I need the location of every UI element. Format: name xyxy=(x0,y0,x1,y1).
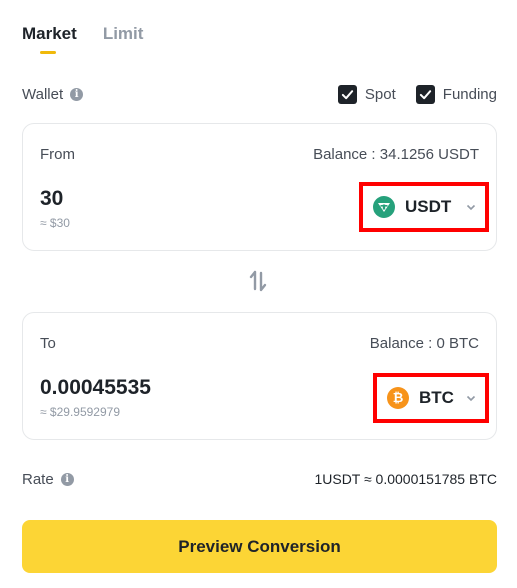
checkbox-checked-icon[interactable] xyxy=(415,84,435,104)
rate-label-group: Rate i xyxy=(22,471,74,488)
tab-market[interactable]: Market xyxy=(22,24,77,54)
to-label: To xyxy=(40,335,56,352)
to-card: To Balance : 0 BTC 0.00045535 ≈ $29.9592… xyxy=(22,312,497,440)
order-type-tabs: Market Limit xyxy=(22,24,143,54)
spot-label: Spot xyxy=(364,85,396,103)
from-amount-usd: ≈ $30 xyxy=(40,216,70,230)
funding-label: Funding xyxy=(442,85,497,103)
from-balance: Balance : 34.1256 USDT xyxy=(313,146,479,163)
wallet-options: Spot Funding xyxy=(337,84,497,104)
wallet-row: Wallet i Spot Funding xyxy=(22,84,497,104)
from-label: From xyxy=(40,146,75,163)
to-amount-usd: ≈ $29.9592979 xyxy=(40,405,120,419)
info-icon[interactable]: i xyxy=(60,472,74,486)
from-card: From Balance : 34.1256 USDT 30 ≈ $30 USD… xyxy=(22,123,497,251)
rate-value: 1USDT ≈ 0.0000151785 BTC xyxy=(314,471,497,487)
funding-checkbox[interactable]: Funding xyxy=(415,84,497,104)
chevron-down-icon xyxy=(466,204,476,211)
preview-conversion-button[interactable]: Preview Conversion xyxy=(22,520,497,573)
to-amount-value[interactable]: 0.00045535 xyxy=(40,376,151,400)
from-coin-name: USDT xyxy=(405,197,452,216)
swap-arrows-icon[interactable] xyxy=(248,270,268,292)
checkbox-checked-icon[interactable] xyxy=(337,84,357,104)
wallet-label-group: Wallet i xyxy=(22,85,84,103)
btc-icon: ₿ xyxy=(387,387,409,409)
to-coin-selector[interactable]: ₿ BTC xyxy=(373,373,489,423)
chevron-down-icon xyxy=(466,395,476,402)
rate-label: Rate xyxy=(22,470,54,488)
usdt-icon xyxy=(373,196,395,218)
rate-row: Rate i 1USDT ≈ 0.0000151785 BTC xyxy=(22,469,497,489)
to-balance: Balance : 0 BTC xyxy=(369,335,479,352)
from-coin-selector[interactable]: USDT xyxy=(359,182,489,232)
info-icon[interactable]: i xyxy=(70,87,84,101)
tab-limit[interactable]: Limit xyxy=(103,24,144,54)
from-amount-input[interactable]: 30 xyxy=(40,187,63,211)
wallet-label: Wallet xyxy=(22,85,64,103)
to-coin-name: BTC xyxy=(419,388,454,407)
spot-checkbox[interactable]: Spot xyxy=(337,84,396,104)
